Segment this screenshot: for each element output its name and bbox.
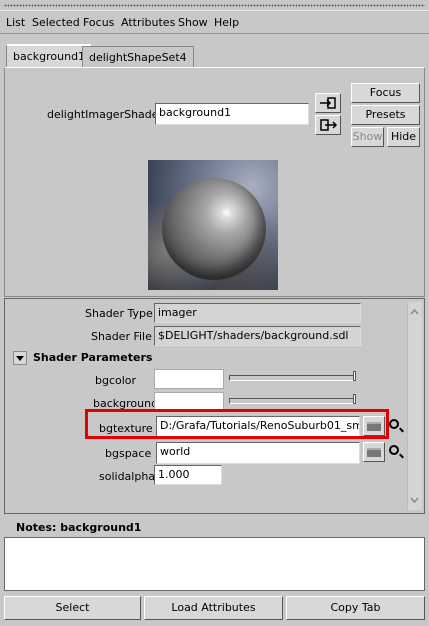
menu-bar: List Selected Focus Attributes Show Help <box>0 12 429 34</box>
bgcolor-label: bgcolor <box>95 374 137 387</box>
presets-button[interactable]: Presets <box>351 105 420 125</box>
bgspace-label: bgspace <box>105 447 152 460</box>
vertical-scrollbar[interactable] <box>407 302 422 510</box>
show-button[interactable]: Show <box>351 127 384 147</box>
background-slider[interactable] <box>229 398 355 404</box>
attribute-panel: Shader Type imager Shader File $DELIGHT/… <box>4 298 425 514</box>
tab-background1[interactable]: background1 <box>6 44 93 68</box>
magnifier-icon[interactable] <box>389 445 399 455</box>
folder-icon <box>367 448 381 457</box>
shader-preview-swatch <box>148 160 278 290</box>
menu-attributes[interactable]: Attributes <box>121 16 175 29</box>
node-name-field[interactable]: background1 <box>155 103 309 125</box>
section-title: Shader Parameters <box>33 351 153 364</box>
copy-tab-button[interactable]: Copy Tab <box>286 596 425 620</box>
notes-textarea[interactable] <box>4 537 425 591</box>
scroll-arrows <box>410 308 419 504</box>
menu-list[interactable]: List <box>6 16 25 29</box>
shader-type-label: Shader Type <box>85 307 153 320</box>
arrow-out-icon <box>320 119 338 131</box>
solidalpha-field[interactable]: 1.000 <box>154 465 222 485</box>
bgspace-browse-button[interactable] <box>363 442 385 462</box>
notes-label: Notes: background1 <box>16 521 142 534</box>
bgcolor-swatch[interactable] <box>154 369 224 389</box>
node-type-label: delightImagerShader: <box>47 108 167 121</box>
bgspace-field[interactable]: world <box>156 442 360 464</box>
bgtexture-highlight <box>85 409 389 439</box>
shader-file-field: $DELIGHT/shaders/background.sdl <box>154 326 361 346</box>
bgcolor-slider[interactable] <box>229 375 355 381</box>
shader-type-field: imager <box>154 303 361 323</box>
focus-button[interactable]: Focus <box>351 83 420 103</box>
select-button[interactable]: Select <box>4 596 141 620</box>
menu-show[interactable]: Show <box>178 16 208 29</box>
solidalpha-label: solidalpha <box>99 470 156 483</box>
tab-delightshapeset4[interactable]: delightShapeSet4 <box>82 46 194 68</box>
panel-grip[interactable] <box>0 0 429 11</box>
load-attributes-button[interactable]: Load Attributes <box>144 596 283 620</box>
preview-sphere <box>162 178 266 280</box>
hide-button[interactable]: Hide <box>387 127 420 147</box>
collapse-triangle-icon[interactable] <box>13 351 27 365</box>
arrow-in-icon <box>320 97 336 109</box>
background-slider-handle[interactable] <box>353 394 356 404</box>
grip-dots <box>4 4 425 7</box>
input-connection-button[interactable] <box>315 93 341 113</box>
shader-file-label: Shader File <box>91 330 152 343</box>
shader-parameters-section[interactable]: Shader Parameters <box>7 347 407 367</box>
menu-focus[interactable]: Focus <box>83 16 114 29</box>
menu-help[interactable]: Help <box>214 16 239 29</box>
bgcolor-slider-handle[interactable] <box>353 371 356 381</box>
magnifier-icon[interactable] <box>389 419 399 429</box>
tab-bar: background1 delightShapeSet4 <box>0 36 429 68</box>
output-connection-button[interactable] <box>315 115 341 135</box>
menu-selected[interactable]: Selected <box>32 16 80 29</box>
